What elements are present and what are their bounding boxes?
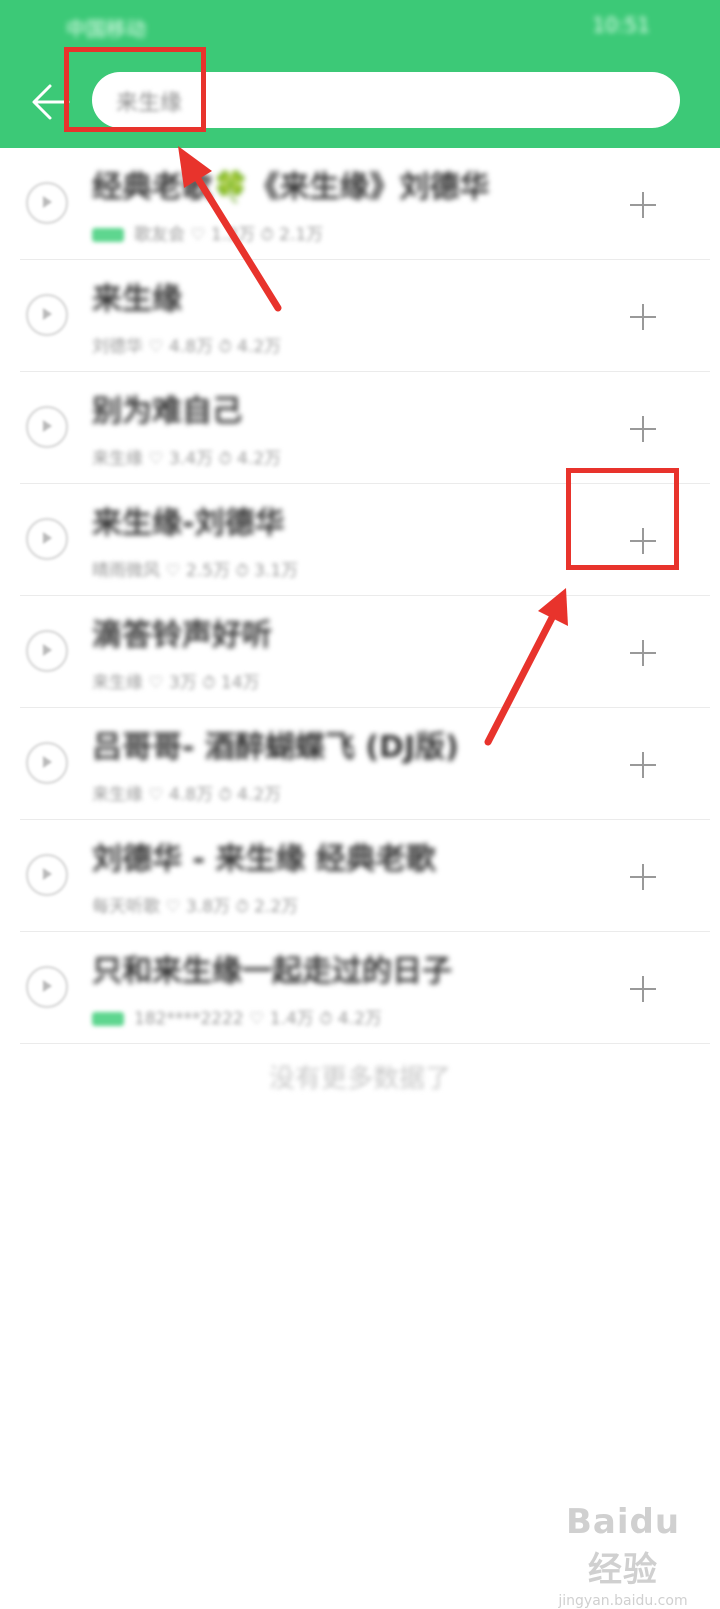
song-row[interactable]: 别为难自己 来生缘 ♡ 3.4万 ⏱ 4.2万 xyxy=(0,372,720,484)
back-button[interactable] xyxy=(26,76,78,128)
play-icon[interactable] xyxy=(26,406,68,448)
song-title: 吕哥哥- 酒醉蝴蝶飞 (DJ版) xyxy=(92,730,459,765)
row-divider xyxy=(20,1043,710,1044)
search-input[interactable] xyxy=(114,72,658,130)
play-icon[interactable] xyxy=(26,630,68,672)
end-of-list-text: 没有更多数据了 xyxy=(268,1064,451,1094)
plus-icon[interactable] xyxy=(626,966,672,1012)
play-icon[interactable] xyxy=(26,742,68,784)
tag-badge xyxy=(92,228,124,242)
play-icon[interactable] xyxy=(26,854,68,896)
song-list: 经典老歌🍀《来生缘》刘德华 歌友会 ♡ 1.3万 ⏱ 2.1万 来生缘 刘德华 … xyxy=(0,148,720,1044)
song-row[interactable]: 来生缘 刘德华 ♡ 4.8万 ⏱ 4.2万 xyxy=(0,260,720,372)
plus-icon[interactable] xyxy=(626,742,672,788)
song-title: 经典老歌🍀《来生缘》刘德华 xyxy=(92,170,490,205)
song-meta-text: 182****2222 ♡ 1.4万 ⏱ 4.2万 xyxy=(134,1009,382,1029)
watermark-main: Baidu 经验 xyxy=(565,1502,681,1590)
status-bar: 中国移动 10:51 xyxy=(0,0,720,52)
play-icon[interactable] xyxy=(26,182,68,224)
song-row[interactable]: 滴答铃声好听 来生缘 ♡ 3万 ⏱ 14万 xyxy=(0,596,720,708)
song-meta-text: 刘德华 ♡ 4.8万 ⏱ 4.2万 xyxy=(92,337,282,357)
play-icon[interactable] xyxy=(26,966,68,1008)
tag-badge xyxy=(92,1012,124,1026)
app-header: 中国移动 10:51 xyxy=(0,0,720,148)
song-meta: 每天听歌 ♡ 3.8万 ⏱ 2.2万 xyxy=(92,892,298,917)
song-title: 别为难自己 xyxy=(92,394,242,429)
song-meta: 刘德华 ♡ 4.8万 ⏱ 4.2万 xyxy=(92,332,281,357)
song-meta: 182****2222 ♡ 1.4万 ⏱ 4.2万 xyxy=(92,1004,382,1029)
song-row[interactable]: 只和来生缘一起走过的日子 182****2222 ♡ 1.4万 ⏱ 4.2万 xyxy=(0,932,720,1044)
watermark-sub: jingyan.baidu.com xyxy=(558,1593,688,1609)
plus-icon[interactable] xyxy=(626,854,672,900)
plus-icon[interactable] xyxy=(626,518,672,564)
search-box[interactable] xyxy=(92,72,680,130)
play-icon[interactable] xyxy=(26,518,68,560)
carrier-text: 中国移动 xyxy=(66,17,146,41)
song-meta: 来生缘 ♡ 3.4万 ⏱ 4.2万 xyxy=(92,444,281,469)
song-title: 来生缘 xyxy=(92,282,182,317)
plus-icon[interactable] xyxy=(626,630,672,676)
song-meta: 晴雨微风 ♡ 2.5万 ⏱ 3.1万 xyxy=(92,556,298,581)
play-icon[interactable] xyxy=(26,294,68,336)
song-title: 只和来生缘一起走过的日子 xyxy=(92,954,452,989)
back-arrow-icon xyxy=(32,84,70,120)
song-row[interactable]: 刘德华 - 来生缘 经典老歌 每天听歌 ♡ 3.8万 ⏱ 2.2万 xyxy=(0,820,720,932)
song-meta-text: 来生缘 ♡ 4.8万 ⏱ 4.2万 xyxy=(92,785,282,805)
song-meta-text: 歌友会 ♡ 1.3万 ⏱ 2.1万 xyxy=(134,225,324,245)
song-meta: 歌友会 ♡ 1.3万 ⏱ 2.1万 xyxy=(92,220,323,245)
plus-icon[interactable] xyxy=(626,182,672,228)
plus-icon[interactable] xyxy=(626,294,672,340)
clock-text: 10:51 xyxy=(592,13,650,37)
song-meta: 来生缘 ♡ 3万 ⏱ 14万 xyxy=(92,668,260,693)
song-row[interactable]: 吕哥哥- 酒醉蝴蝶飞 (DJ版) 来生缘 ♡ 4.8万 ⏱ 4.2万 xyxy=(0,708,720,820)
song-title: 刘德华 - 来生缘 经典老歌 xyxy=(92,842,436,877)
baidu-watermark: Baidu 经验 jingyan.baidu.com xyxy=(548,1502,698,1609)
song-meta-text: 晴雨微风 ♡ 2.5万 ⏱ 3.1万 xyxy=(92,561,299,581)
song-title: 来生缘-刘德华 xyxy=(92,506,285,541)
song-row[interactable]: 来生缘-刘德华 晴雨微风 ♡ 2.5万 ⏱ 3.1万 xyxy=(0,484,720,596)
song-meta-text: 来生缘 ♡ 3.4万 ⏱ 4.2万 xyxy=(92,449,282,469)
song-row[interactable]: 经典老歌🍀《来生缘》刘德华 歌友会 ♡ 1.3万 ⏱ 2.1万 xyxy=(0,148,720,260)
plus-icon[interactable] xyxy=(626,406,672,452)
song-meta-text: 来生缘 ♡ 3万 ⏱ 14万 xyxy=(92,673,260,693)
song-title: 滴答铃声好听 xyxy=(92,618,272,653)
song-meta-text: 每天听歌 ♡ 3.8万 ⏱ 2.2万 xyxy=(92,897,299,917)
song-meta: 来生缘 ♡ 4.8万 ⏱ 4.2万 xyxy=(92,780,281,805)
